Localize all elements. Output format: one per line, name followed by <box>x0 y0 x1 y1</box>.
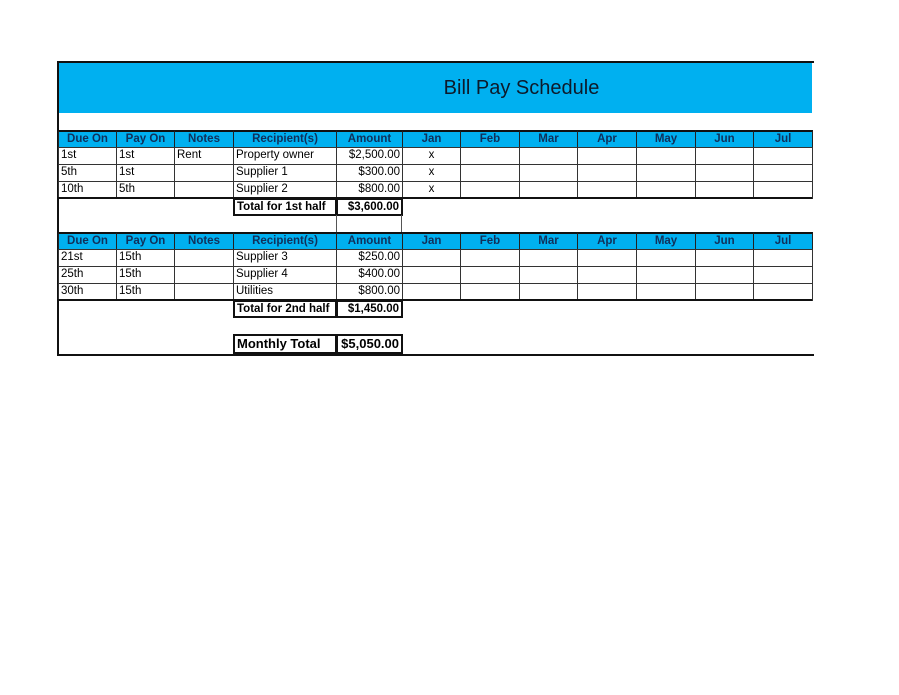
month-cell-jul[interactable] <box>753 164 813 182</box>
month-cell-jul[interactable] <box>753 147 813 165</box>
amount-cell[interactable]: $300.00 <box>336 164 403 182</box>
month-cell-feb[interactable] <box>460 266 520 284</box>
month-cell-may[interactable] <box>636 164 696 182</box>
gridline <box>336 215 337 232</box>
amount-cell[interactable]: $400.00 <box>336 266 403 284</box>
pay-on-cell[interactable]: 15th <box>116 266 175 284</box>
month-cell-jan[interactable] <box>402 266 461 284</box>
monthly-total-value: $5,050.00 <box>336 334 403 354</box>
second-half-header-jul: Jul <box>753 232 813 250</box>
month-cell-feb[interactable] <box>460 147 520 165</box>
amount-cell[interactable]: $2,500.00 <box>336 147 403 165</box>
recipient-cell[interactable]: Supplier 3 <box>233 249 337 267</box>
second-half-header-due-on: Due On <box>58 232 117 250</box>
due-on-cell[interactable]: 25th <box>58 266 117 284</box>
month-cell-jun[interactable] <box>695 164 754 182</box>
month-cell-jun[interactable] <box>695 266 754 284</box>
month-cell-mar[interactable] <box>519 164 578 182</box>
second-half-header-pay-on: Pay On <box>116 232 175 250</box>
month-cell-jun[interactable] <box>695 249 754 267</box>
month-cell-feb[interactable] <box>460 164 520 182</box>
month-cell-jul[interactable] <box>753 266 813 284</box>
month-cell-jan[interactable]: x <box>402 147 461 165</box>
month-cell-apr[interactable] <box>577 147 637 165</box>
month-cell-feb[interactable] <box>460 249 520 267</box>
second-half-header-feb: Feb <box>460 232 520 250</box>
month-cell-jul[interactable] <box>753 249 813 267</box>
sheet-title: Bill Pay Schedule <box>443 77 600 99</box>
first-half-header-due-on: Due On <box>58 130 117 148</box>
due-on-cell[interactable]: 21st <box>58 249 117 267</box>
total-first-half-value: $3,600.00 <box>336 198 403 216</box>
pay-on-cell[interactable]: 1st <box>116 164 175 182</box>
first-half-header-may: May <box>636 130 696 148</box>
first-half-header-recipient: Recipient(s) <box>233 130 337 148</box>
month-cell-mar[interactable] <box>519 266 578 284</box>
total-first-half-label: Total for 1st half <box>233 198 337 216</box>
second-half-header-notes: Notes <box>174 232 234 250</box>
first-half-header-apr: Apr <box>577 130 637 148</box>
due-on-cell[interactable]: 1st <box>58 147 117 165</box>
second-half-header-may: May <box>636 232 696 250</box>
month-cell-apr[interactable] <box>577 266 637 284</box>
month-cell-mar[interactable] <box>519 147 578 165</box>
title-banner: Bill Pay Schedule <box>59 63 812 113</box>
month-cell-may[interactable] <box>636 147 696 165</box>
gridline <box>401 215 402 232</box>
second-half-header-jun: Jun <box>695 232 754 250</box>
pay-on-cell[interactable]: 15th <box>116 249 175 267</box>
section-divider <box>58 197 812 199</box>
first-half-header-jan: Jan <box>402 130 461 148</box>
first-half-header-notes: Notes <box>174 130 234 148</box>
second-half-header-apr: Apr <box>577 232 637 250</box>
pay-on-cell[interactable]: 1st <box>116 147 175 165</box>
first-half-header-jul: Jul <box>753 130 813 148</box>
second-half-header-amount: Amount <box>336 232 403 250</box>
recipient-cell[interactable]: Supplier 4 <box>233 266 337 284</box>
amount-cell[interactable]: $250.00 <box>336 249 403 267</box>
notes-cell[interactable] <box>174 266 234 284</box>
recipient-cell[interactable]: Supplier 1 <box>233 164 337 182</box>
notes-cell[interactable]: Rent <box>174 147 234 165</box>
month-cell-may[interactable] <box>636 249 696 267</box>
section-divider <box>58 299 812 301</box>
first-half-header-amount: Amount <box>336 130 403 148</box>
monthly-total-label: Monthly Total <box>233 334 337 354</box>
month-cell-jun[interactable] <box>695 147 754 165</box>
month-cell-may[interactable] <box>636 266 696 284</box>
second-half-header-jan: Jan <box>402 232 461 250</box>
first-half-header-pay-on: Pay On <box>116 130 175 148</box>
first-half-header-feb: Feb <box>460 130 520 148</box>
second-half-header-recipient: Recipient(s) <box>233 232 337 250</box>
total-second-half-label: Total for 2nd half <box>233 300 337 318</box>
first-half-header-mar: Mar <box>519 130 578 148</box>
total-second-half-value: $1,450.00 <box>336 300 403 318</box>
notes-cell[interactable] <box>174 164 234 182</box>
month-cell-apr[interactable] <box>577 249 637 267</box>
month-cell-apr[interactable] <box>577 164 637 182</box>
month-cell-jan[interactable] <box>402 249 461 267</box>
notes-cell[interactable] <box>174 249 234 267</box>
second-half-header-mar: Mar <box>519 232 578 250</box>
month-cell-jan[interactable]: x <box>402 164 461 182</box>
first-half-header-jun: Jun <box>695 130 754 148</box>
recipient-cell[interactable]: Property owner <box>233 147 337 165</box>
due-on-cell[interactable]: 5th <box>58 164 117 182</box>
month-cell-mar[interactable] <box>519 249 578 267</box>
